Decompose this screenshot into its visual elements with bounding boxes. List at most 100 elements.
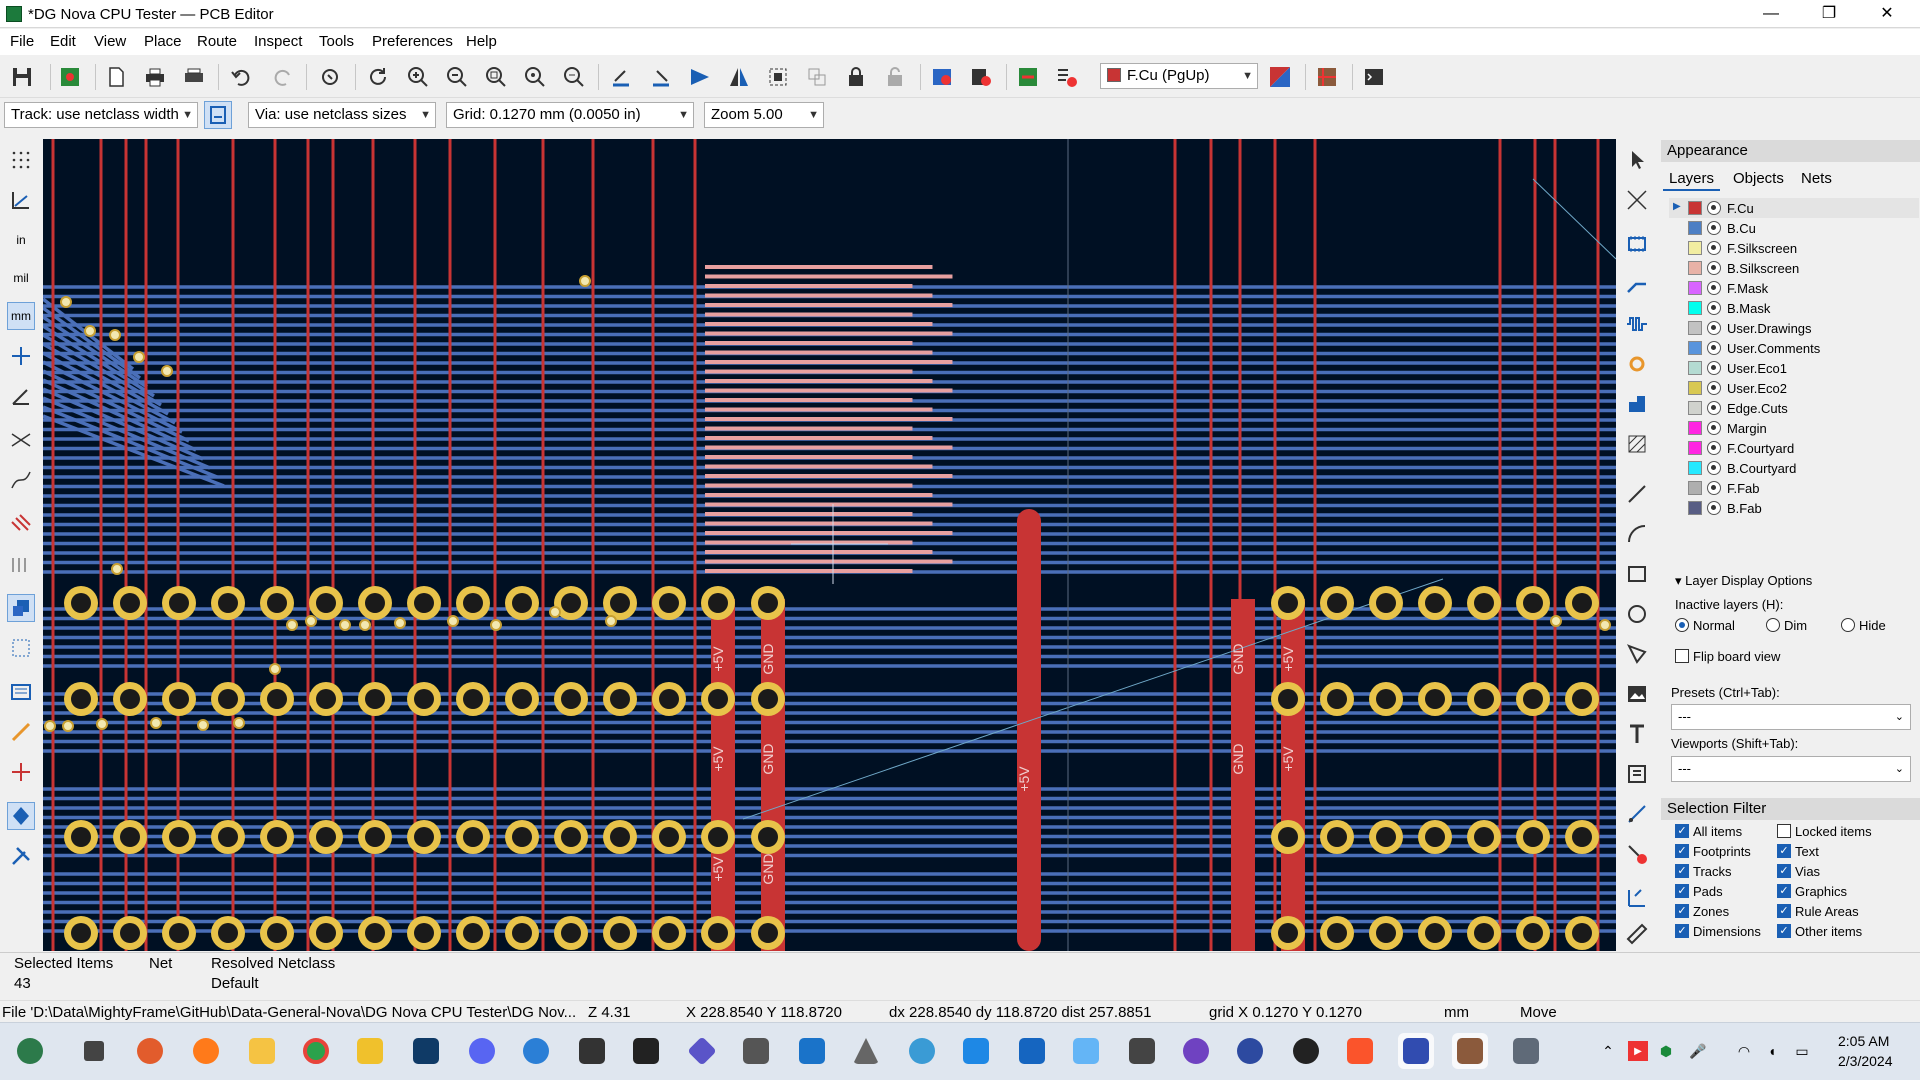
filter-checkbox[interactable]: ✓ [1777, 884, 1791, 898]
menu-inspect[interactable]: Inspect [254, 33, 302, 50]
highlight-net-icon[interactable] [7, 718, 35, 746]
brave-icon[interactable] [1342, 1033, 1378, 1069]
flip-board-checkbox[interactable] [1675, 649, 1689, 663]
layer-color-swatch[interactable] [1688, 221, 1702, 235]
eye-icon[interactable] [1707, 201, 1721, 215]
app-orange-icon[interactable] [132, 1033, 168, 1069]
add-image-icon[interactable] [1623, 680, 1651, 708]
tray-volume-icon[interactable]: ◖ [1762, 1041, 1782, 1061]
rotate-cw-icon[interactable] [647, 63, 675, 91]
tray-chevron-icon[interactable]: ⌃ [1598, 1041, 1618, 1061]
route-track-icon[interactable] [1623, 270, 1651, 298]
layer-row[interactable]: ▶ F.Cu [1669, 198, 1919, 218]
app-notepad-icon[interactable] [958, 1033, 994, 1069]
layer-row[interactable]: F.Fab [1669, 478, 1919, 498]
tab-layers[interactable]: Layers [1663, 168, 1721, 191]
layer-row[interactable]: Margin [1669, 418, 1919, 438]
add-textbox-icon[interactable] [1623, 760, 1651, 788]
unit-inch-toggle[interactable]: in [7, 226, 35, 254]
curved-ratsnest-icon[interactable] [7, 466, 35, 494]
lock-icon[interactable] [842, 63, 870, 91]
kicad-icon[interactable] [1398, 1033, 1434, 1069]
app-globe-icon[interactable] [1232, 1033, 1268, 1069]
menu-tools[interactable]: Tools [319, 33, 354, 50]
chrome-icon[interactable] [298, 1033, 334, 1069]
tray-battery-icon[interactable]: ▭ [1792, 1041, 1812, 1061]
layer-row[interactable]: Edge.Cuts [1669, 398, 1919, 418]
menu-view[interactable]: View [94, 33, 126, 50]
eye-icon[interactable] [1707, 261, 1721, 275]
new-page-icon[interactable] [102, 63, 130, 91]
find-icon[interactable] [316, 63, 344, 91]
eye-icon[interactable] [1707, 281, 1721, 295]
layer-color-swatch[interactable] [1688, 481, 1702, 495]
local-ratsnest-tool-icon[interactable] [1623, 186, 1651, 214]
start-globe-icon[interactable] [12, 1033, 48, 1069]
eye-icon[interactable] [1707, 421, 1721, 435]
layer-color-swatch[interactable] [1688, 441, 1702, 455]
menu-route[interactable]: Route [197, 33, 237, 50]
tab-objects[interactable]: Objects [1727, 168, 1790, 189]
auto-track-width-icon[interactable] [204, 101, 232, 129]
cursor-style-icon[interactable] [7, 342, 35, 370]
app-blue-circle-icon[interactable] [518, 1033, 554, 1069]
firefox-icon[interactable] [188, 1033, 224, 1069]
layer-pair-icon[interactable] [1266, 63, 1294, 91]
zoom-objects-icon[interactable] [521, 63, 549, 91]
tools-icon[interactable] [7, 842, 35, 870]
app-triangle-icon[interactable] [848, 1033, 884, 1069]
app-gear-icon[interactable] [1288, 1033, 1324, 1069]
filter-checkbox[interactable]: ✓ [1675, 904, 1689, 918]
layer-row[interactable]: B.Silkscreen [1669, 258, 1919, 278]
filter-checkbox[interactable]: ✓ [1777, 844, 1791, 858]
filter-checkbox[interactable]: ✓ [1675, 884, 1689, 898]
eye-icon[interactable] [1707, 441, 1721, 455]
app-xd-icon[interactable] [352, 1033, 388, 1069]
eye-icon[interactable] [1707, 401, 1721, 415]
add-dimension-icon[interactable] [1623, 800, 1651, 828]
filter-checkbox[interactable]: ✓ [1675, 864, 1689, 878]
scripting-icon[interactable] [1313, 63, 1341, 91]
tune-length-icon[interactable] [1623, 310, 1651, 338]
presets-dropdown[interactable]: --- ⌄ [1671, 704, 1911, 730]
menu-file[interactable]: File [10, 33, 34, 50]
github-icon[interactable] [1178, 1033, 1214, 1069]
layer-row[interactable]: B.Fab [1669, 498, 1919, 518]
grid-dropdown[interactable]: Grid: 0.1270 mm (0.0050 in) ▼ [446, 102, 694, 128]
tray-security-icon[interactable]: ⬢ [1656, 1041, 1676, 1061]
show-zones-outline-icon[interactable] [7, 634, 35, 662]
via-size-dropdown[interactable]: Via: use netclass sizes ▼ [248, 102, 436, 128]
footprint-check-icon[interactable] [1053, 63, 1081, 91]
print-icon[interactable] [141, 63, 169, 91]
eye-icon[interactable] [1707, 301, 1721, 315]
layer-row[interactable]: F.Silkscreen [1669, 238, 1919, 258]
clock-time[interactable]: 2:05 AM [1838, 1033, 1889, 1049]
refresh-icon[interactable] [364, 63, 392, 91]
local-ratsnest-icon[interactable] [7, 758, 35, 786]
layer-row[interactable]: B.Cu [1669, 218, 1919, 238]
drc-icon[interactable] [928, 63, 956, 91]
layer-color-swatch[interactable] [1688, 241, 1702, 255]
layer-color-swatch[interactable] [1688, 501, 1702, 515]
draw-polygon-icon[interactable] [1623, 640, 1651, 668]
menu-edit[interactable]: Edit [50, 33, 76, 50]
zoom-out-icon[interactable] [443, 63, 471, 91]
layer-row[interactable]: F.Courtyard [1669, 438, 1919, 458]
tab-nets[interactable]: Nets [1795, 168, 1838, 189]
app-diamond-icon[interactable] [684, 1033, 720, 1069]
filter-checkbox[interactable]: ✓ [1777, 924, 1791, 938]
redo-icon[interactable] [268, 63, 296, 91]
eye-icon[interactable] [1707, 241, 1721, 255]
eye-icon[interactable] [1707, 501, 1721, 515]
layer-color-swatch[interactable] [1688, 201, 1702, 215]
menu-place[interactable]: Place [144, 33, 182, 50]
inactive-dim-radio[interactable] [1766, 618, 1780, 632]
layer-color-swatch[interactable] [1688, 361, 1702, 375]
eye-icon[interactable] [1707, 321, 1721, 335]
eye-icon[interactable] [1707, 481, 1721, 495]
layer-color-swatch[interactable] [1688, 281, 1702, 295]
eye-icon[interactable] [1707, 461, 1721, 475]
app-gray-box-icon[interactable] [1124, 1033, 1160, 1069]
filter-checkbox[interactable]: ✓ [1777, 864, 1791, 878]
zoom-in-icon[interactable] [404, 63, 432, 91]
